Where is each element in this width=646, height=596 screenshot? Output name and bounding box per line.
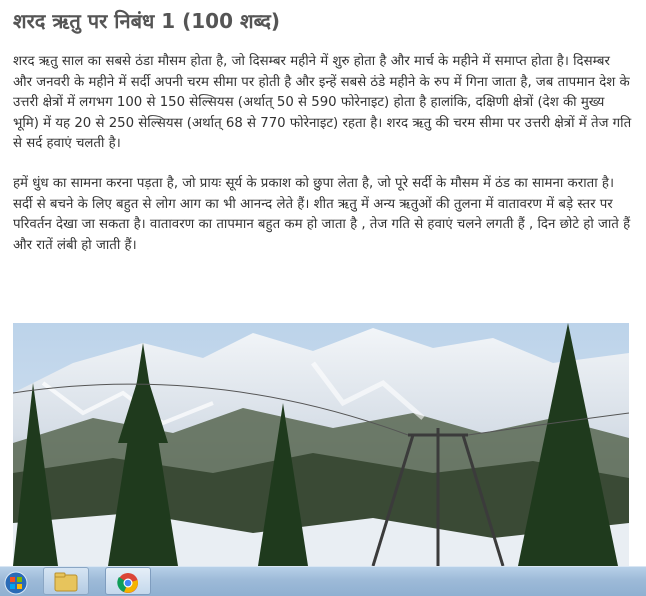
file-explorer-icon [54, 572, 78, 592]
article-title: शरद ऋतु पर निबंध 1 (100 शब्द) [13, 9, 281, 33]
start-button[interactable] [0, 568, 32, 596]
mountain-scene [13, 323, 629, 566]
winter-landscape-photo [13, 323, 629, 566]
chrome-icon [117, 573, 138, 593]
article-paragraph-1: शरद ऋतु साल का सबसे ठंडा मौसम होता है, ज… [13, 54, 632, 152]
taskbar [0, 566, 646, 596]
article: शरद ऋतु पर निबंध 1 (100 शब्द) शरद ऋतु सा… [13, 0, 633, 256]
windows-start-icon [4, 571, 28, 595]
article-paragraph-2: हमें धुंध का सामना करना पड़ता है, जो प्र… [13, 175, 631, 253]
taskbar-chrome[interactable] [105, 567, 151, 595]
taskbar-file-explorer[interactable] [43, 567, 89, 595]
